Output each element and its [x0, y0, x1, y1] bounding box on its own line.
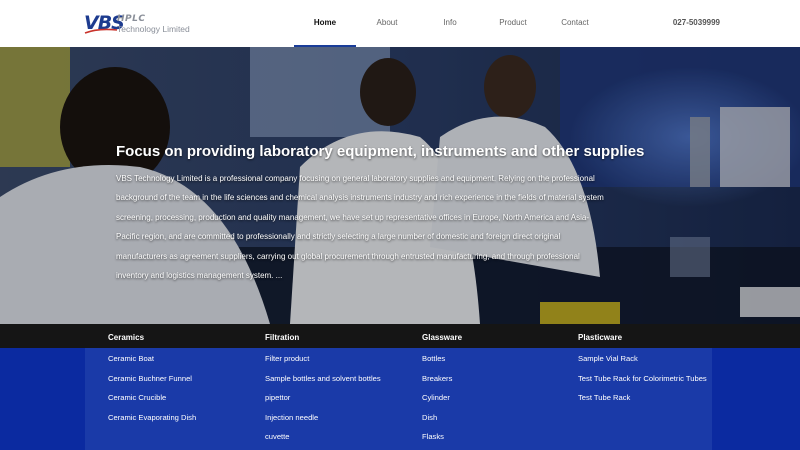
nav-product[interactable]: Product — [482, 18, 544, 27]
category-link[interactable]: Filter product — [265, 354, 381, 374]
category-link[interactable]: Injection needle — [265, 413, 381, 433]
category-filtration-heading[interactable]: Filtration — [265, 333, 299, 342]
nav-about[interactable]: About — [356, 18, 418, 27]
category-link[interactable]: cuvette — [265, 432, 381, 450]
category-link[interactable]: Bottles — [422, 354, 452, 374]
category-link[interactable]: Sample bottles and solvent bottles — [265, 374, 381, 394]
category-plasticware-heading[interactable]: Plasticware — [578, 333, 622, 342]
site-header: VBS HPLC Technology Limited Home About I… — [0, 0, 800, 47]
category-link[interactable]: Ceramic Buchner Funnel — [108, 374, 196, 394]
hero-title: Focus on providing laboratory equipment,… — [116, 143, 645, 160]
category-link[interactable]: Test Tube Rack — [578, 393, 707, 413]
logo-swoosh-icon — [84, 28, 118, 34]
category-link[interactable]: Sample Vial Rack — [578, 354, 707, 374]
category-link[interactable]: Ceramic Evaporating Dish — [108, 413, 196, 433]
hero-description: VBS Technology Limited is a professional… — [116, 174, 604, 281]
logo-company-text: Technology Limited — [117, 24, 190, 34]
category-link[interactable]: Dish — [422, 413, 452, 433]
category-glassware-heading[interactable]: Glassware — [422, 333, 462, 342]
hero-banner: Focus on providing laboratory equipment,… — [0, 47, 800, 324]
category-link[interactable]: Ceramic Boat — [108, 354, 196, 374]
nav-info[interactable]: Info — [419, 18, 481, 27]
nav-contact[interactable]: Contact — [544, 18, 606, 27]
category-link[interactable]: Ceramic Crucible — [108, 393, 196, 413]
nav-home[interactable]: Home — [294, 18, 356, 27]
phone-number: 027-5039999 — [672, 18, 720, 27]
glassware-item-list: Bottles Breakers Cylinder Dish Flasks — [422, 354, 452, 450]
ceramics-item-list: Ceramic Boat Ceramic Buchner Funnel Cera… — [108, 354, 196, 432]
logo-hplc-text: HPLC — [117, 14, 146, 24]
category-link[interactable]: pipettor — [265, 393, 381, 413]
filtration-item-list: Filter product Sample bottles and solven… — [265, 354, 381, 450]
category-link[interactable]: Breakers — [422, 374, 452, 394]
category-link[interactable]: Flasks — [422, 432, 452, 450]
company-logo[interactable]: VBS HPLC Technology Limited — [84, 12, 204, 36]
category-link[interactable]: Cylinder — [422, 393, 452, 413]
category-link[interactable]: Test Tube Rack for Colorimetric Tubes — [578, 374, 707, 394]
category-ceramics-heading[interactable]: Ceramics — [108, 333, 144, 342]
plasticware-item-list: Sample Vial Rack Test Tube Rack for Colo… — [578, 354, 707, 413]
